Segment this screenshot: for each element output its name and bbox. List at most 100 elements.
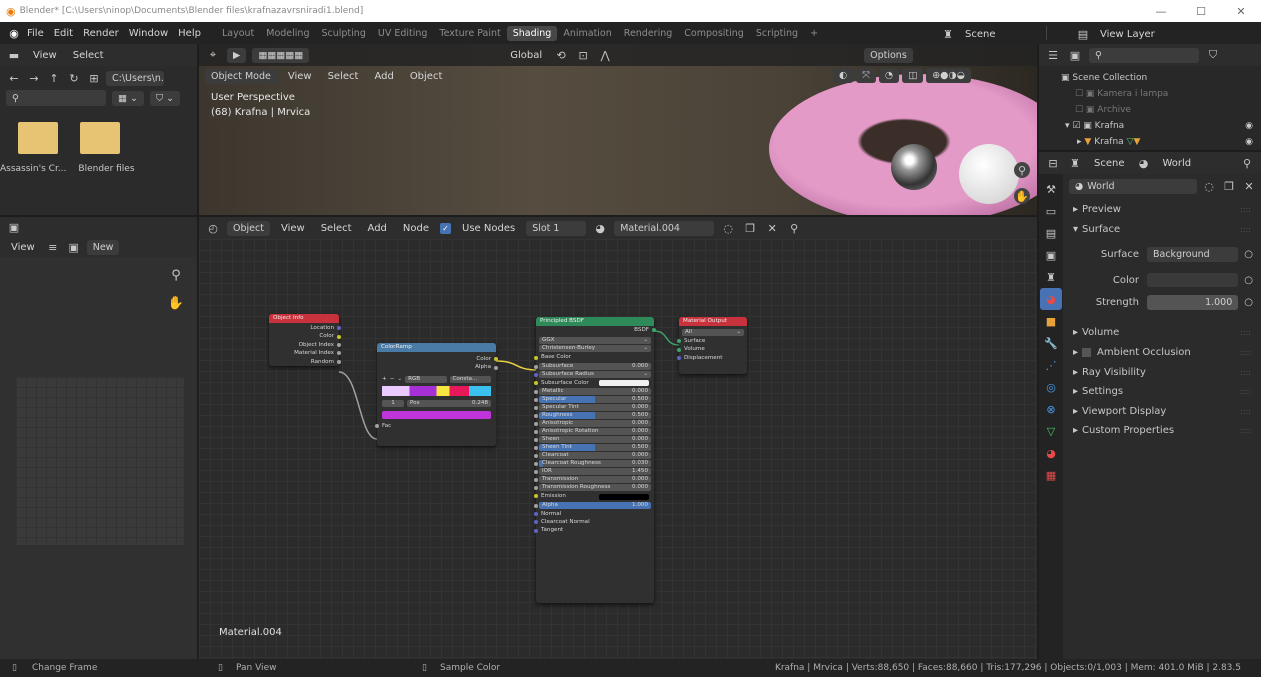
menu-edit[interactable]: Edit (49, 28, 78, 39)
zoom-icon[interactable]: ⚲ (1014, 162, 1030, 178)
panel-viewport-display[interactable]: ▸ Viewport Display:::: (1065, 402, 1261, 422)
breadcrumb-scene[interactable]: Scene (1089, 158, 1130, 169)
scene-selector[interactable]: Scene (960, 29, 1050, 40)
parent-dir-icon[interactable]: ↑ (46, 70, 62, 86)
bsdf-field-sheen-tint[interactable]: Sheen Tint 0.500 (534, 444, 651, 452)
distribution-dropdown[interactable]: GGX ⌄ (539, 337, 651, 345)
menu-help[interactable]: Help (173, 28, 206, 39)
panel-surface[interactable]: ▾ Surface:::: (1065, 220, 1261, 240)
ie-new-button[interactable]: New (86, 239, 120, 255)
uv-grid[interactable] (16, 377, 184, 545)
stop-color-swatch[interactable] (382, 410, 491, 419)
ie-view-menu[interactable]: View (6, 242, 40, 253)
vp-object-menu[interactable]: Object (405, 71, 448, 82)
tab-scripting[interactable]: Scripting (750, 26, 804, 41)
scene-icon[interactable]: ♜ (1067, 155, 1083, 171)
fb-view-menu[interactable]: View (28, 50, 62, 61)
tab-layout[interactable]: Layout (216, 26, 260, 41)
add-stop-icon[interactable]: + (382, 376, 387, 382)
strength-field[interactable]: 1.000 (1147, 294, 1239, 310)
node-header[interactable]: Material Output (679, 317, 747, 326)
physics-icon[interactable]: ◎ (1040, 376, 1062, 398)
tab-rendering[interactable]: Rendering (618, 26, 679, 41)
object-mode-dropdown[interactable]: Object Mode (205, 68, 277, 84)
bsdf-field-specular[interactable]: Specular 0.500 (534, 396, 651, 404)
white-sphere[interactable] (959, 144, 1019, 204)
editor-type-icon[interactable]: ☰ (1045, 47, 1061, 63)
remove-stop-icon[interactable]: − (390, 376, 395, 382)
node-object-info[interactable]: Object Info Location Color Object Index … (269, 314, 341, 366)
shading-mode-icon[interactable]: ⊕●◑◒ (926, 68, 972, 83)
pan-hand-icon[interactable]: ✋ (168, 295, 184, 311)
view-layer-icon[interactable]: ▣ (1040, 244, 1062, 266)
overlay-icon[interactable]: ◔ (878, 68, 900, 83)
interpolation-dropdown[interactable]: Consta... (449, 375, 491, 383)
breadcrumb-world[interactable]: World (1158, 158, 1197, 169)
fb-path-field[interactable]: C:\Users\n... (106, 70, 164, 86)
chrome-sphere[interactable] (891, 144, 937, 190)
output-icon[interactable]: ▤ (1040, 222, 1062, 244)
tab-compositing[interactable]: Compositing (678, 26, 750, 41)
stop-index-field[interactable]: 1 (382, 399, 404, 407)
outliner-item[interactable]: ☐ ▣ Kamera i lampa (1061, 86, 1261, 102)
scene-icon[interactable]: ♜ (1040, 266, 1062, 288)
color-ramp-gradient[interactable] (382, 385, 491, 396)
world-selector[interactable]: ◕ World (1069, 178, 1197, 194)
outliner-scene-collection[interactable]: ▣ Scene Collection (1061, 70, 1261, 86)
visibility-icon[interactable]: ◐ (833, 68, 854, 83)
3d-viewport[interactable]: ⌖ ▶ ▦▦▦▦▦ Global ⟲ ⊡ ⋀ Options Object Mo… (199, 44, 1037, 215)
bsdf-field-base-color[interactable]: Base Color (534, 353, 654, 361)
bsdf-field-anisotropic-rotation[interactable]: Anisotropic Rotation 0.000 (534, 428, 651, 436)
view-layer-icon[interactable]: ▤ (1075, 26, 1091, 42)
add-workspace-button[interactable]: + (804, 26, 824, 41)
menu-render[interactable]: Render (78, 28, 124, 39)
panel-preview[interactable]: ▸ Preview:::: (1065, 200, 1261, 220)
bsdf-field-ior[interactable]: IOR 1.450 (534, 468, 651, 476)
tab-texture-paint[interactable]: Texture Paint (433, 26, 506, 41)
bsdf-field-specular-tint[interactable]: Specular Tint 0.000 (534, 404, 651, 412)
editor-type-icon[interactable]: ▬ (6, 47, 22, 63)
folder-icon[interactable] (18, 122, 58, 154)
chevron-down-icon[interactable]: ⌄ (397, 376, 402, 382)
selection-mode-icons[interactable]: ▦▦▦▦▦ (252, 47, 310, 63)
editor-type-icon[interactable]: ⌖ (205, 47, 221, 63)
transform-orientation[interactable]: Global (505, 50, 547, 61)
render-icon[interactable]: ▭ (1040, 200, 1062, 222)
node-header[interactable]: Object Info (269, 314, 339, 323)
subsurface-method-dropdown[interactable]: Christensen-Burley ⌄ (539, 345, 651, 353)
menu-window[interactable]: Window (124, 28, 173, 39)
surface-shader-dropdown[interactable]: Background (1147, 246, 1239, 262)
folder-icon[interactable] (80, 122, 120, 154)
pan-hand-icon[interactable]: ✋ (1014, 188, 1030, 204)
tab-shading[interactable]: Shading (506, 25, 558, 41)
outliner-item[interactable]: ▾ ☑ ▣ Krafna ◉ (1061, 118, 1261, 134)
bsdf-field-anisotropic[interactable]: Anisotropic 0.000 (534, 420, 651, 428)
folder-label[interactable]: Blender files (78, 164, 134, 174)
folder-label[interactable]: Assassin's Cr... (0, 164, 66, 174)
bsdf-field-tangent[interactable]: Tangent (534, 526, 654, 534)
hamburger-icon[interactable]: ≡ (45, 239, 61, 255)
select-tool-icon[interactable]: ▶ (227, 47, 247, 63)
panel-custom-properties[interactable]: ▸ Custom Properties:::: (1065, 421, 1261, 441)
duplicate-icon[interactable]: ❐ (1221, 178, 1237, 194)
new-folder-icon[interactable]: ⊞ (86, 70, 102, 86)
outliner-item[interactable]: ▸ ▼ Krafna ▽▼ ◉ (1061, 134, 1261, 150)
bsdf-field-alpha[interactable]: Alpha 1.000 (534, 501, 651, 509)
world-icon[interactable]: ◕ (1040, 288, 1062, 310)
object-icon[interactable]: ■ (1040, 310, 1062, 332)
node-editor[interactable]: ◴ Object View Select Add Node ✓ Use Node… (199, 217, 1037, 659)
bsdf-field-transmission[interactable]: Transmission 0.000 (534, 476, 651, 484)
options-dropdown[interactable]: Options (864, 47, 913, 63)
mesh-data-icon[interactable]: ▽ (1040, 420, 1062, 442)
node-material-output[interactable]: Material Output All ⌄ Surface Volume Disp… (677, 317, 747, 374)
bsdf-field-roughness[interactable]: Roughness 0.500 (534, 412, 651, 420)
unlink-icon[interactable]: ✕ (1241, 178, 1257, 194)
stop-position-field[interactable]: Pos 0.248 (407, 399, 491, 407)
editor-type-icon[interactable]: ⊟ (1045, 155, 1061, 171)
world-color-swatch[interactable] (1147, 273, 1239, 288)
material-icon[interactable]: ◕ (1040, 442, 1062, 464)
display-mode-icon[interactable]: ▣ (1067, 47, 1083, 63)
world-icon[interactable]: ◕ (1136, 155, 1152, 171)
constraint-icon[interactable]: ⊗ (1040, 398, 1062, 420)
tab-animation[interactable]: Animation (557, 26, 617, 41)
